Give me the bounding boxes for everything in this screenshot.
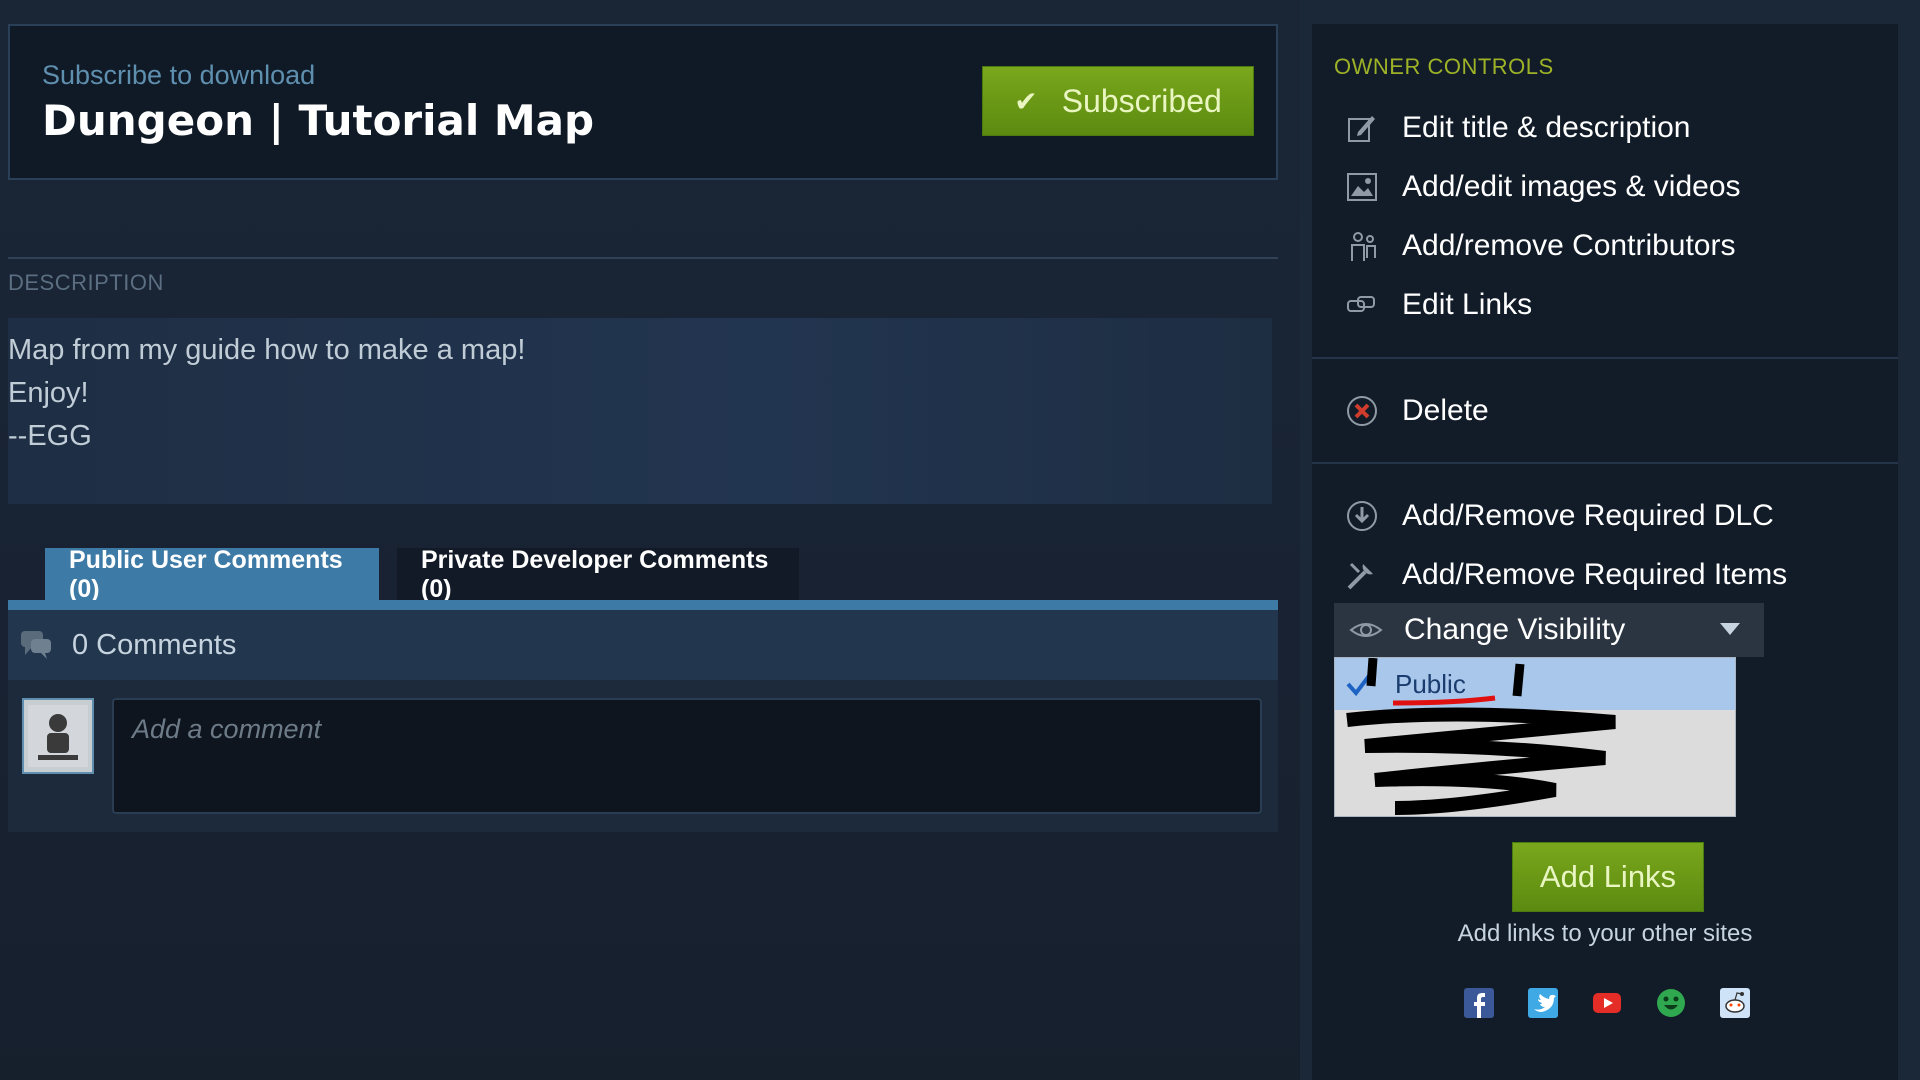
- comment-input[interactable]: Add a comment: [112, 698, 1262, 814]
- description-heading: DESCRIPTION: [8, 270, 164, 295]
- delete-button[interactable]: Delete: [1344, 389, 1489, 433]
- link-icon: [1344, 287, 1380, 323]
- comments-count: 0 Comments: [72, 628, 237, 661]
- tab-public-comments[interactable]: Public User Comments (0): [45, 546, 379, 603]
- visibility-options-list: Public: [1334, 657, 1736, 817]
- edit-title-button[interactable]: Edit title & description: [1344, 106, 1690, 150]
- change-visibility-label: Change Visibility: [1404, 613, 1626, 646]
- subscribe-panel: Subscribe to download Dungeon | Tutorial…: [8, 24, 1278, 180]
- divider: [8, 257, 1278, 259]
- tab-underline: [8, 600, 1278, 610]
- facebook-icon[interactable]: [1462, 986, 1496, 1020]
- edit-title-label: Edit title & description: [1402, 111, 1691, 144]
- tab-private-developer-comments[interactable]: Private Developer Comments (0): [397, 546, 799, 603]
- description-line: --EGG: [8, 420, 92, 452]
- required-items-button[interactable]: Add/Remove Required Items: [1344, 553, 1787, 597]
- change-visibility-dropdown[interactable]: Change Visibility: [1334, 603, 1764, 657]
- item-title: Dungeon | Tutorial Map: [42, 96, 595, 145]
- eye-icon: [1348, 612, 1384, 648]
- social-links: [1462, 986, 1752, 1020]
- comment-bubble-icon: [18, 627, 54, 663]
- required-dlc-label: Add/Remove Required DLC: [1402, 499, 1774, 532]
- edit-links-label: Edit Links: [1402, 288, 1533, 321]
- avatar[interactable]: [22, 698, 94, 774]
- edit-contributors-button[interactable]: Add/remove Contributors: [1344, 224, 1736, 268]
- description-line: Map from my guide how to make a map!: [8, 334, 526, 366]
- divider: [1312, 357, 1898, 359]
- twitter-icon[interactable]: [1526, 986, 1560, 1020]
- required-items-label: Add/Remove Required Items: [1402, 558, 1788, 591]
- description-line: Enjoy!: [8, 377, 89, 409]
- subscribe-label: Subscribe to download: [42, 60, 316, 90]
- check-icon: ✔: [1014, 85, 1038, 117]
- delete-icon: [1344, 393, 1380, 429]
- add-links-button[interactable]: Add Links: [1512, 842, 1704, 912]
- edit-contributors-label: Add/remove Contributors: [1402, 229, 1736, 262]
- reddit-icon[interactable]: [1718, 986, 1752, 1020]
- divider: [1312, 462, 1898, 464]
- owner-controls-heading: OWNER CONTROLS: [1334, 54, 1554, 79]
- add-links-hint: Add links to your other sites: [1457, 920, 1753, 947]
- image-icon: [1344, 169, 1380, 205]
- edit-images-button[interactable]: Add/edit images & videos: [1344, 165, 1741, 209]
- pencil-icon: [1344, 110, 1380, 146]
- tools-icon: [1344, 557, 1380, 593]
- required-dlc-button[interactable]: Add/Remove Required DLC: [1344, 494, 1774, 538]
- delete-label: Delete: [1402, 394, 1489, 427]
- redaction-scribble: [1346, 658, 1616, 815]
- edit-links-button[interactable]: Edit Links: [1344, 283, 1532, 327]
- chevron-down-icon: [1720, 623, 1740, 635]
- contributors-icon: [1344, 228, 1380, 264]
- smiley-icon[interactable]: [1654, 986, 1688, 1020]
- youtube-icon[interactable]: [1590, 986, 1624, 1020]
- subscribed-button[interactable]: ✔ Subscribed: [982, 66, 1254, 136]
- subscribed-button-label: Subscribed: [1061, 82, 1222, 119]
- dlc-icon: [1344, 498, 1380, 534]
- edit-images-label: Add/edit images & videos: [1402, 170, 1741, 203]
- comments-header: 0 Comments: [8, 610, 1278, 680]
